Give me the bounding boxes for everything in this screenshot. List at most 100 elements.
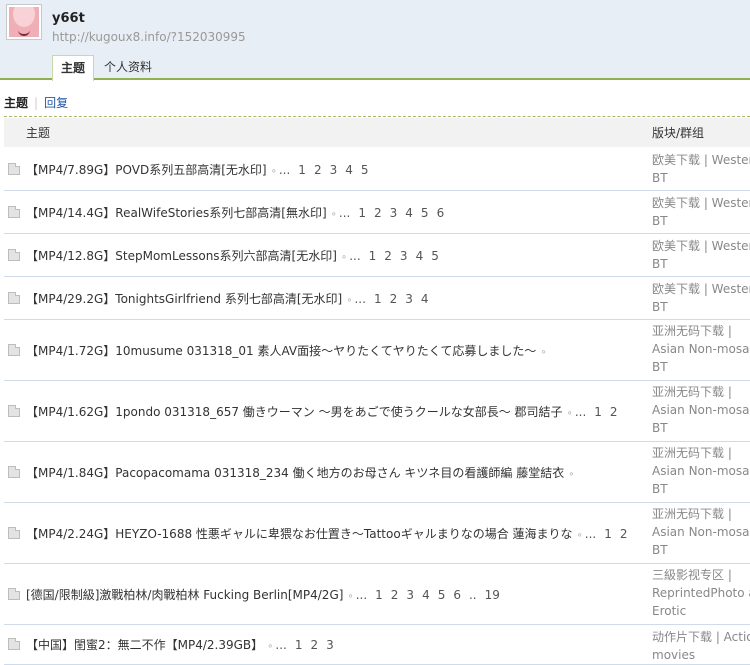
folder-icon xyxy=(8,344,20,356)
topic-title-link[interactable]: 【MP4/1.62G】1pondo 031318_657 働きウーマン ～男をあ… xyxy=(26,405,563,419)
topic-title-link[interactable]: 【MP4/12.8G】StepMomLessons系列六部高清[无水印] xyxy=(26,249,337,263)
page-link[interactable]: 5 xyxy=(361,163,369,177)
forum-cell: 亚洲无码下载 | Asian Non-mosaic BT xyxy=(652,383,750,437)
forum-link[interactable]: ReprintedPhoto ar xyxy=(652,584,750,602)
forum-link[interactable]: BT xyxy=(652,358,750,376)
page-link[interactable]: 2 xyxy=(610,405,618,419)
page-ellipsis: ... xyxy=(349,249,361,263)
attachment-icon: ∘ xyxy=(340,252,348,263)
topic-line: 【MP4/1.62G】1pondo 031318_657 働きウーマン ～男をあ… xyxy=(26,403,618,420)
forum-link[interactable]: Asian Non-mosaic xyxy=(652,401,750,419)
topic-line: 【MP4/14.4G】RealWifeStories系列七部高清[無水印] ∘..… xyxy=(26,204,444,221)
page-link[interactable]: 5 xyxy=(431,249,439,263)
forum-link[interactable]: BT xyxy=(652,480,750,498)
tab-topics[interactable]: 主题 xyxy=(52,55,95,81)
forum-link[interactable]: BT xyxy=(652,298,750,316)
page-link[interactable]: 1 xyxy=(594,405,602,419)
forum-cell: 欧美下载 | Wester BT xyxy=(652,237,750,273)
profile-url[interactable]: http://kugoux8.info/?152030995 xyxy=(52,30,246,44)
topic-line: 【MP4/1.72G】10musume 031318_01 素人AV面接～ヤりた… xyxy=(26,342,547,359)
page-link[interactable]: 1 xyxy=(375,588,383,602)
forum-link[interactable]: Asian Non-mosaic xyxy=(652,340,750,358)
forum-link[interactable]: 欧美下载 | Wester xyxy=(652,237,750,255)
page-link[interactable]: 1 xyxy=(358,206,366,220)
forum-link[interactable]: 亚洲无码下载 | xyxy=(652,383,750,401)
page-link[interactable]: 2 xyxy=(390,292,398,306)
avatar[interactable] xyxy=(6,4,42,40)
page-link[interactable]: 6 xyxy=(437,206,445,220)
page-link[interactable]: 2 xyxy=(391,588,399,602)
divider xyxy=(4,116,750,117)
profile-tabs: 主题 个人资料 xyxy=(52,55,162,81)
page-link[interactable]: 4 xyxy=(345,163,353,177)
attachment-icon: ∘ xyxy=(568,469,575,480)
forum-link[interactable]: Asian Non-mosaic xyxy=(652,523,750,541)
folder-icon xyxy=(8,405,20,417)
page-link[interactable]: 1 xyxy=(298,163,306,177)
page-link[interactable]: 2 xyxy=(311,638,319,652)
forum-link[interactable]: BT xyxy=(652,255,750,273)
page-link[interactable]: 2 xyxy=(384,249,392,263)
forum-link[interactable]: BT xyxy=(652,169,750,187)
page-link[interactable]: 3 xyxy=(406,588,414,602)
topic-line: 【MP4/7.89G】POVD系列五部高清[无水印] ∘... 1 2 3 4 5 xyxy=(26,161,369,178)
forum-link[interactable]: 欧美下载 | Wester xyxy=(652,194,750,212)
page-link[interactable]: 2 xyxy=(314,163,322,177)
forum-link[interactable]: Erotic xyxy=(652,602,750,620)
forum-link[interactable]: 亚洲无码下载 | xyxy=(652,444,750,462)
page-link[interactable]: 1 xyxy=(604,527,612,541)
page-link[interactable]: 3 xyxy=(400,249,408,263)
forum-cell: 亚洲无码下载 | Asian Non-mosaic BT xyxy=(652,444,750,498)
attachment-icon: ∘ xyxy=(566,408,573,419)
forum-cell: 三級影视专区 | ReprintedPhoto ar Erotic xyxy=(652,566,750,620)
topic-title-link[interactable]: 【MP4/2.24G】HEYZO-1688 性悪ギャルに卑猥なお仕置き～Tatt… xyxy=(26,527,573,541)
tab-profile[interactable]: 个人资料 xyxy=(96,55,160,79)
page-link[interactable]: 4 xyxy=(405,206,413,220)
forum-link[interactable]: 三級影视专区 | xyxy=(652,566,750,584)
forum-link[interactable]: movies xyxy=(652,646,750,664)
topic-title-link[interactable]: 【MP4/1.72G】10musume 031318_01 素人AV面接～ヤりた… xyxy=(26,344,536,358)
page-link[interactable]: 1 xyxy=(369,249,377,263)
page-link[interactable]: 4 xyxy=(421,292,429,306)
page-link[interactable]: 5 xyxy=(421,206,429,220)
page-link[interactable]: 6 xyxy=(453,588,461,602)
forum-link[interactable]: BT xyxy=(652,419,750,437)
page-link[interactable]: 3 xyxy=(330,163,338,177)
forum-link[interactable]: 亚洲无码下载 | xyxy=(652,322,750,340)
page-link[interactable]: .. xyxy=(469,588,477,602)
page-link[interactable]: 4 xyxy=(416,249,424,263)
page-ellipsis: ... xyxy=(354,292,366,306)
forum-link[interactable]: BT xyxy=(652,541,750,559)
table-row: 【中国】閨蜜2：無二不作【MP4/2.39GB】 ∘... 1 2 3 动作片下载 | A… xyxy=(4,625,750,665)
username[interactable]: y66t xyxy=(52,11,85,26)
topic-title-link[interactable]: 【MP4/29.2G】TonightsGirlfriend 系列七部高清[无水印… xyxy=(26,292,342,306)
forum-link[interactable]: BT xyxy=(652,212,750,230)
page-link[interactable]: 19 xyxy=(485,588,500,602)
table-row: 【MP4/1.84G】Pacopacomama 031318_234 働く地方の… xyxy=(4,442,750,503)
page-link[interactable]: 5 xyxy=(438,588,446,602)
page-link[interactable]: 3 xyxy=(390,206,398,220)
subnav-replies[interactable]: 回复 xyxy=(44,96,68,110)
topic-title-link[interactable]: 【中国】閨蜜2：無二不作【MP4/2.39GB】 xyxy=(26,638,263,652)
forum-link[interactable]: 动作片下载 | Actio xyxy=(652,628,750,646)
forum-link[interactable]: 欧美下载 | Wester xyxy=(652,280,750,298)
topic-title-link[interactable]: 【MP4/7.89G】POVD系列五部高清[无水印] xyxy=(26,163,267,177)
page-link[interactable]: 2 xyxy=(620,527,628,541)
page-link[interactable]: 1 xyxy=(374,292,382,306)
subnav: 主题 | 回复 xyxy=(4,94,68,111)
attachment-icon: ∘ xyxy=(330,209,337,220)
forum-link[interactable]: Asian Non-mosaic xyxy=(652,462,750,480)
topic-title-link[interactable]: 【MP4/14.4G】RealWifeStories系列七部高清[無水印] xyxy=(26,206,327,220)
page-link[interactable]: 4 xyxy=(422,588,430,602)
topic-title-link[interactable]: [德国/限制級]激戰柏林/肉戰柏林 Fucking Berlin[MP4/2G] xyxy=(26,588,343,602)
forum-link[interactable]: 亚洲无码下载 | xyxy=(652,505,750,523)
subnav-topics[interactable]: 主题 xyxy=(4,96,28,110)
forum-link[interactable]: 欧美下载 | Wester xyxy=(652,151,750,169)
topic-title-link[interactable]: 【MP4/1.84G】Pacopacomama 031318_234 働く地方の… xyxy=(26,466,564,480)
page-ellipsis: ... xyxy=(278,163,291,177)
page-link[interactable]: 1 xyxy=(295,638,303,652)
page-link[interactable]: 2 xyxy=(374,206,382,220)
page-link[interactable]: 3 xyxy=(326,638,334,652)
page-link[interactable]: 3 xyxy=(405,292,413,306)
table-row: 【MP4/12.8G】StepMomLessons系列六部高清[无水印] ∘...… xyxy=(4,234,750,277)
